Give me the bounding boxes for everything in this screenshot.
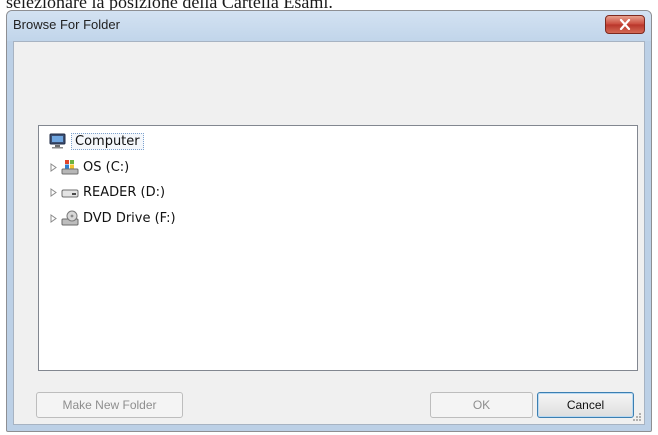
dvd-drive-icon [61,210,79,226]
resize-grip-icon[interactable] [632,412,642,422]
tree-item-os-c[interactable]: OS (C:) [49,156,129,178]
close-button[interactable] [605,15,645,34]
expand-arrow-icon[interactable] [49,187,58,197]
computer-icon [49,133,66,149]
removable-drive-icon [61,189,79,198]
tree-item-dvd-f[interactable]: DVD Drive (F:) [49,207,176,229]
tree-item-computer[interactable]: Computer [49,130,144,152]
make-new-folder-button[interactable]: Make New Folder [36,392,183,418]
close-icon [619,19,631,30]
dialog-title: Browse For Folder [13,17,120,32]
tree-item-label: READER (D:) [83,184,166,200]
browse-folder-dialog: Browse For Folder Computer OS (C:) READE… [6,10,652,432]
tree-item-label: Computer [71,132,144,150]
dialog-body: Computer OS (C:) READER (D:) DVD Drive (… [13,41,645,425]
folder-tree[interactable]: Computer OS (C:) READER (D:) DVD Drive (… [38,125,638,371]
expand-arrow-icon[interactable] [49,213,58,223]
expand-arrow-icon[interactable] [49,162,58,172]
dialog-titlebar[interactable]: Browse For Folder [7,11,651,41]
windows-drive-icon [61,160,79,175]
cancel-button[interactable]: Cancel [537,392,634,418]
tree-item-reader-d[interactable]: READER (D:) [49,181,165,203]
tree-item-label: DVD Drive (F:) [83,210,176,226]
tree-item-label: OS (C:) [83,159,130,175]
screenshot: selezionare la posizione della Cartella … [0,0,658,435]
ok-button[interactable]: OK [430,392,533,418]
